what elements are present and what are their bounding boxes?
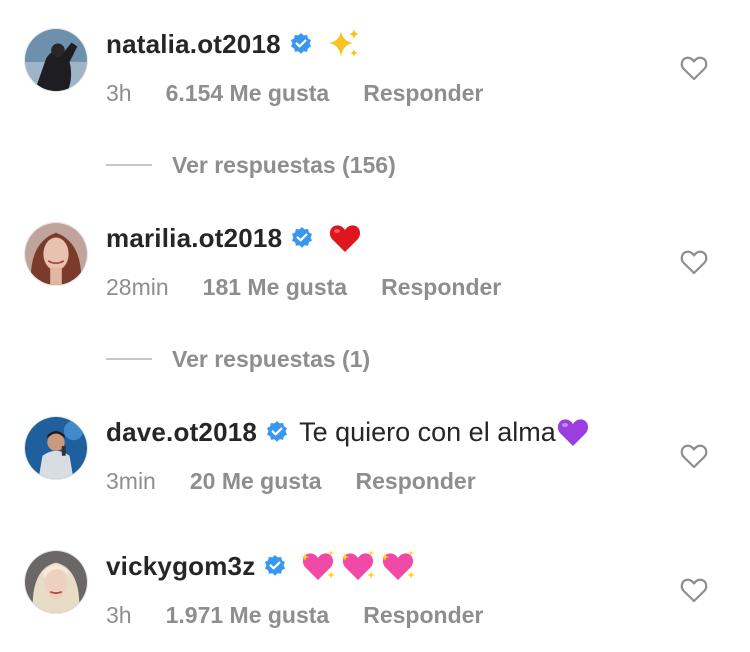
view-replies-label: Ver respuestas (156) <box>172 151 396 178</box>
sparkling-heart-icon <box>381 549 416 583</box>
timestamp: 3min <box>106 467 156 494</box>
reply-button[interactable]: Responder <box>381 274 501 301</box>
likes-count[interactable]: 1.971 Me gusta <box>166 602 330 629</box>
likes-count[interactable]: 6.154 Me gusta <box>166 80 330 107</box>
like-heart-icon[interactable] <box>680 577 708 603</box>
reply-button[interactable]: Responder <box>363 602 483 629</box>
username[interactable]: vickygom3z <box>106 551 255 582</box>
timestamp: 3h <box>106 601 132 628</box>
sparkling-heart-icon <box>301 549 336 583</box>
sparkles-icon <box>327 27 361 61</box>
username[interactable]: dave.ot2018 <box>106 417 257 448</box>
username[interactable]: marilia.ot2018 <box>106 223 282 254</box>
comment-meta: 3min 20 Me gusta Responder <box>106 466 476 496</box>
comment-header: marilia.ot2018 <box>106 218 362 258</box>
like-heart-icon[interactable] <box>680 55 708 81</box>
view-replies-label: Ver respuestas (1) <box>172 345 371 372</box>
view-replies-link[interactable]: Ver respuestas (1) <box>106 344 370 374</box>
view-replies-link[interactable]: Ver respuestas (156) <box>106 150 396 180</box>
verified-badge-icon <box>290 226 314 250</box>
divider <box>106 358 152 360</box>
like-heart-icon[interactable] <box>680 443 708 469</box>
timestamp: 3h <box>106 79 132 106</box>
verified-badge-icon <box>263 554 287 578</box>
likes-count[interactable]: 181 Me gusta <box>203 274 347 301</box>
avatar[interactable] <box>24 28 88 92</box>
sparkling-heart-icon <box>341 549 376 583</box>
username[interactable]: natalia.ot2018 <box>106 29 281 60</box>
avatar[interactable] <box>24 416 88 480</box>
comment-header: vickygom3z <box>106 546 416 586</box>
like-heart-icon[interactable] <box>680 249 708 275</box>
comment-header: natalia.ot2018 <box>106 24 361 64</box>
red-heart-icon <box>328 221 362 255</box>
timestamp: 28min <box>106 273 169 300</box>
avatar[interactable] <box>24 222 88 286</box>
comment-header: dave.ot2018 Te quiero con el alma <box>106 412 590 452</box>
likes-count[interactable]: 20 Me gusta <box>190 468 322 495</box>
divider <box>106 164 152 166</box>
purple-heart-icon <box>556 415 590 449</box>
comment-text: Te quiero con el alma <box>299 416 556 447</box>
comment-meta: 28min 181 Me gusta Responder <box>106 272 501 302</box>
reply-button[interactable]: Responder <box>363 80 483 107</box>
avatar[interactable] <box>24 550 88 614</box>
verified-badge-icon <box>289 32 313 56</box>
verified-badge-icon <box>265 420 289 444</box>
comment-meta: 3h 6.154 Me gusta Responder <box>106 78 483 108</box>
reply-button[interactable]: Responder <box>356 468 476 495</box>
comment-meta: 3h 1.971 Me gusta Responder <box>106 600 483 630</box>
